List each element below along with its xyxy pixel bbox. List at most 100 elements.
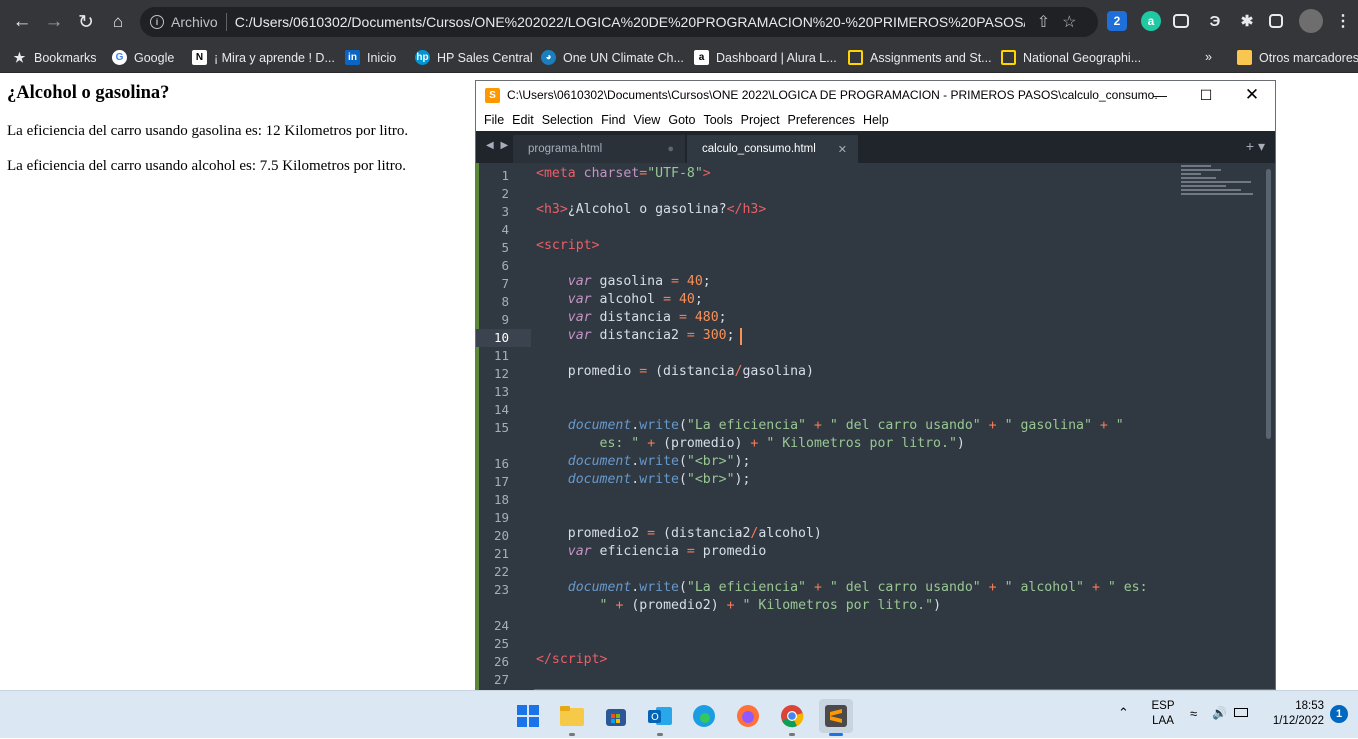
notification-badge[interactable]: 1 xyxy=(1330,705,1348,723)
tab-close-icon[interactable]: ✕ xyxy=(838,143,847,156)
line-number: 14 xyxy=(493,402,509,417)
line-number: 11 xyxy=(493,348,509,363)
code-line: promedio2 = (distancia2/alcohol) xyxy=(536,526,822,541)
bookmark-inicio[interactable]: in Inicio xyxy=(345,50,396,65)
bookmark-hp-sales[interactable]: hp HP Sales Central xyxy=(415,50,533,65)
menu-kebab-icon[interactable]: ⋮ xyxy=(1333,11,1353,31)
result-line-alcohol: La eficiencia del carro usando alcohol e… xyxy=(7,158,407,174)
extensions-puzzle-icon[interactable]: ✱ xyxy=(1237,11,1257,31)
edge-icon[interactable] xyxy=(687,699,721,733)
minimize-icon[interactable]: — xyxy=(1137,81,1183,109)
extension-window-icon[interactable] xyxy=(1173,14,1189,28)
tab-calculo-consumo[interactable]: calculo_consumo.html ✕ xyxy=(687,135,858,163)
line-number: 4 xyxy=(501,222,509,237)
bookmark-un-climate[interactable]: ◕ One UN Climate Ch... xyxy=(541,50,684,65)
line-number: 23 xyxy=(493,582,509,597)
bookmark-google[interactable]: G Google xyxy=(112,50,174,65)
menu-help[interactable]: Help xyxy=(863,113,889,127)
bookmark-label: Assignments and St... xyxy=(870,50,992,65)
editor-scrollbar[interactable] xyxy=(1266,169,1271,439)
lang-bottom: LAA xyxy=(1152,715,1174,727)
bookmark-mira-y-aprende[interactable]: N ¡ Mira y aprende ! D... xyxy=(192,50,335,65)
code-line: var alcohol = 40; xyxy=(567,292,703,307)
firefox-icon[interactable] xyxy=(731,699,765,733)
code-line: <script> xyxy=(536,238,600,253)
windows-start-icon[interactable] xyxy=(511,699,545,733)
sublime-logo-icon: S xyxy=(485,87,500,103)
editor-tab-bar: ◀ ▶ programa.html ● calculo_consumo.html ✕… xyxy=(476,131,1275,163)
new-tab-plus-icon[interactable]: + ▾ xyxy=(1246,138,1265,155)
menu-selection[interactable]: Selection xyxy=(542,113,593,127)
chrome-icon[interactable] xyxy=(775,699,809,736)
menu-tools[interactable]: Tools xyxy=(703,113,732,127)
tab-programa[interactable]: programa.html ● xyxy=(513,135,685,163)
share-icon[interactable]: ⇧ xyxy=(1037,12,1050,32)
back-arrow-icon[interactable]: ← xyxy=(10,10,34,34)
bookmarks-overflow[interactable]: » xyxy=(1205,50,1212,64)
address-bar[interactable]: i Archivo C:/Users/0610302/Documents/Cur… xyxy=(140,7,1098,37)
maximize-icon[interactable]: ☐ xyxy=(1183,81,1229,109)
sublime-icon[interactable] xyxy=(819,699,853,736)
tray-chevron-icon[interactable]: ⌃ xyxy=(1118,705,1129,721)
editor-title-bar: S C:\Users\0610302\Documents\Cursos\ONE … xyxy=(476,81,1275,109)
bookmark-bookmarks[interactable]: ★ Bookmarks xyxy=(12,50,97,65)
code-line: document.write("<br>"); xyxy=(567,472,751,487)
menu-view[interactable]: View xyxy=(633,113,660,127)
code-line: promedio = (distancia/gasolina) xyxy=(536,364,814,379)
bookmark-label: One UN Climate Ch... xyxy=(563,50,684,65)
clock[interactable]: 18:53 1/12/2022 xyxy=(1268,700,1324,727)
wifi-icon[interactable]: ≈ xyxy=(1190,706,1197,721)
star-icon: ★ xyxy=(13,49,26,65)
code-line: <h3>¿Alcohol o gasolina?</h3> xyxy=(536,202,767,217)
profile-avatar[interactable] xyxy=(1299,9,1323,33)
overflow-label: » xyxy=(1205,50,1212,64)
outlook-icon[interactable]: O xyxy=(643,699,677,736)
language-indicator[interactable]: ESP LAA xyxy=(1150,700,1176,727)
tab-nav-arrows-icon[interactable]: ◀ ▶ xyxy=(486,140,510,151)
side-panel-icon[interactable] xyxy=(1269,14,1283,28)
bookmark-natgeo[interactable]: National Geographi... xyxy=(1001,50,1141,65)
menu-find[interactable]: Find xyxy=(601,113,625,127)
info-icon[interactable]: i xyxy=(150,15,164,29)
folder-icon xyxy=(1237,50,1252,65)
bookmark-label: Dashboard | Alura L... xyxy=(716,50,837,65)
bookmark-otros-marcadores[interactable]: Otros marcadores xyxy=(1237,50,1358,65)
reload-icon[interactable]: ↻ xyxy=(74,10,98,34)
code-area[interactable]: <meta charset="UTF-8"> <h3>¿Alcohol o ga… xyxy=(534,163,1264,691)
menu-goto[interactable]: Goto xyxy=(668,113,695,127)
tab-label: programa.html xyxy=(528,143,603,155)
code-line: var eficiencia = promedio xyxy=(567,544,767,559)
sublime-text-window: S C:\Users\0610302\Documents\Cursos\ONE … xyxy=(475,80,1276,691)
line-number: 5 xyxy=(501,240,509,255)
volume-icon[interactable]: 🔊 xyxy=(1212,706,1227,720)
forward-arrow-icon[interactable]: → xyxy=(42,10,66,34)
extension-2-icon[interactable]: 2 xyxy=(1107,11,1127,31)
bookmark-star-icon[interactable]: ☆ xyxy=(1062,12,1076,32)
menu-project[interactable]: Project xyxy=(741,113,780,127)
url-text[interactable]: C:/Users/0610302/Documents/Cursos/ONE%20… xyxy=(235,14,1025,30)
menu-edit[interactable]: Edit xyxy=(512,113,534,127)
tab-dot-icon[interactable]: ● xyxy=(667,143,674,155)
code-line: document.write("<br>"); xyxy=(567,454,751,469)
linkedin-icon: in xyxy=(345,50,360,65)
bookmark-label: National Geographi... xyxy=(1023,50,1142,65)
natgeo-icon xyxy=(1001,50,1016,65)
bookmark-assignments[interactable]: Assignments and St... xyxy=(848,50,992,65)
menu-preferences[interactable]: Preferences xyxy=(788,113,855,127)
bookmark-alura[interactable]: a Dashboard | Alura L... xyxy=(694,50,837,65)
bookmarks-bar: ★ Bookmarks G Google N ¡ Mira y aprende ! D… xyxy=(0,44,1358,73)
close-icon[interactable]: ✕ xyxy=(1229,81,1275,109)
line-number: 7 xyxy=(501,276,509,291)
result-line-gasolina: La eficiencia del carro usando gasolina … xyxy=(7,123,409,139)
code-line: document.write("La eficiencia" + " del c… xyxy=(567,418,1124,433)
code-line: <meta charset="UTF-8"> xyxy=(536,166,711,181)
store-icon[interactable] xyxy=(599,699,633,733)
home-icon[interactable]: ⌂ xyxy=(106,10,130,34)
file-explorer-icon[interactable] xyxy=(555,699,589,736)
line-number: 18 xyxy=(493,492,509,507)
extension-a-icon[interactable]: a xyxy=(1141,11,1161,31)
battery-icon[interactable] xyxy=(1234,708,1248,717)
minimap[interactable] xyxy=(1181,165,1261,225)
extension-c-icon[interactable]: Э xyxy=(1205,11,1225,31)
menu-file[interactable]: File xyxy=(484,113,504,127)
